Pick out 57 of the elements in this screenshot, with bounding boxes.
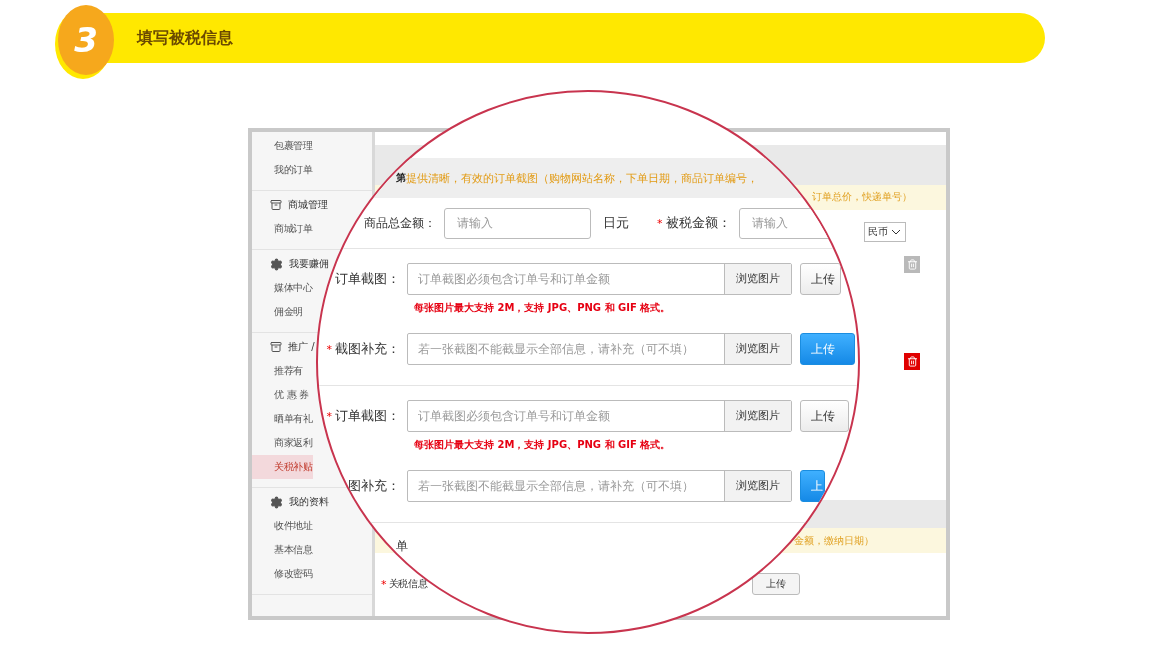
section-label: 单 (396, 539, 408, 553)
browse-button[interactable]: 浏览图片 (724, 264, 791, 294)
sidebar-item[interactable]: 推荐有 (252, 359, 304, 383)
sidebar-item[interactable]: 佣金明 (252, 300, 304, 324)
unit-label: 日元 (603, 214, 629, 232)
notice-text: 提供清晰，有效的订单截图（购物网站名称，下单日期，商品订单编号， (406, 170, 758, 186)
notice-text: 金额，缴纳日期） (794, 533, 874, 548)
file-field[interactable]: 订单截图必须包含订单号和订单金额 浏览图片 (407, 400, 792, 432)
amount-field[interactable]: 请输入 (444, 207, 591, 239)
upload-button[interactable]: 上传 (800, 400, 849, 432)
field-label: 图补充： (348, 477, 400, 495)
upload-button[interactable]: 上传 (752, 573, 801, 595)
browse-button[interactable]: 浏览图片 (724, 401, 791, 431)
sidebar-item[interactable]: 关税补贴 (252, 455, 313, 479)
sidebar-item[interactable]: 修改密码 (252, 562, 313, 586)
sidebar-item[interactable]: 包裹管理 (252, 134, 313, 158)
file-field[interactable]: 若一张截图不能截显示全部信息，请补充（可不填） 浏览图片 (407, 470, 792, 502)
sidebar-group-title: 我的资料 (289, 495, 329, 509)
sidebar-item[interactable]: 商城订单 (252, 217, 313, 241)
required-mark: * (381, 577, 387, 591)
box-icon (270, 341, 282, 353)
sidebar-item[interactable]: 基本信息 (252, 538, 313, 562)
currency-select[interactable]: 民币 (864, 222, 906, 242)
required-mark: * (657, 216, 663, 230)
step-title: 填写被税信息 (137, 27, 233, 49)
browse-button[interactable]: 浏览图片 (724, 471, 791, 501)
size-note: 每张图片最大支持 2M，支持 JPG、PNG 和 GIF 格式。 (414, 438, 672, 452)
sidebar-item[interactable]: 媒体中心 (252, 276, 313, 300)
file-field[interactable]: 订单截图必须包含订单号和订单金额 浏览图片 (407, 263, 792, 295)
delete-button[interactable] (904, 353, 920, 370)
sidebar-item[interactable]: 我的订单 (252, 158, 313, 182)
notice-text: 订单总价，快递单号） (812, 191, 912, 204)
upload-button[interactable]: 上传 (800, 263, 841, 295)
field-label: 订单截图： (335, 407, 400, 425)
required-mark: * (326, 409, 332, 423)
gear-icon (270, 257, 283, 271)
tax-label: 被税金额： (665, 214, 731, 232)
customs-label: 关税信息 (388, 577, 428, 591)
sidebar-item[interactable]: 商家返利 (252, 431, 313, 455)
sidebar-item[interactable]: 优 惠 券 (252, 383, 309, 407)
sidebar-item[interactable]: 晒单有礼 (252, 407, 313, 431)
notice-prefix: 第 (396, 171, 406, 183)
gear-icon (270, 495, 283, 509)
size-note: 每张图片最大支持 2M，支持 JPG、PNG 和 GIF 格式。 (414, 301, 672, 315)
sidebar-group-title: 推广 / (288, 340, 315, 354)
required-mark: * (326, 342, 332, 356)
field-label: 订单截图： (335, 270, 400, 288)
sidebar-item[interactable]: 收件地址 (252, 514, 313, 538)
amount-label: 商品总金额： (363, 215, 436, 231)
step-number: 3 (58, 5, 114, 75)
sidebar-group-title: 我要赚佣 (289, 257, 329, 271)
field-label: 截图补充： (335, 340, 400, 358)
sidebar-group-title: 商城管理 (288, 198, 328, 212)
file-field[interactable]: 若一张截图不能截显示全部信息，请补充（可不填） 浏览图片 (407, 333, 792, 365)
box-icon (270, 199, 282, 211)
caret-icon (891, 229, 901, 235)
browse-button[interactable]: 浏览图片 (724, 334, 791, 364)
